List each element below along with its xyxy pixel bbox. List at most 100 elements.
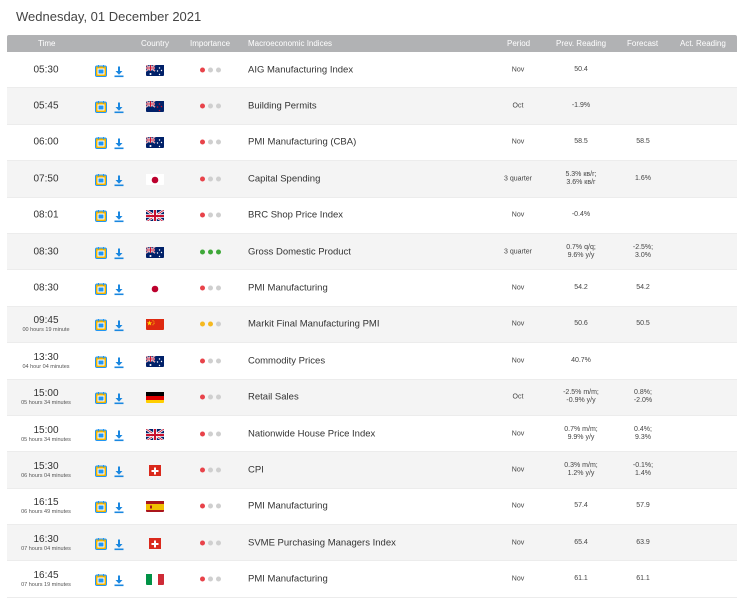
indicator-name[interactable]: Nationwide House Price Index: [248, 428, 375, 439]
forecast-line: 63.9: [636, 538, 650, 546]
prev-reading-line: 58.5: [574, 138, 588, 146]
time-cell: 08:30: [7, 246, 85, 257]
forecast-line: 0.8%;: [634, 389, 652, 397]
time-cell: 15:00 05 hours 34 minutes: [7, 425, 85, 443]
add-to-calendar-icon[interactable]: [95, 282, 107, 296]
header-time[interactable]: Time: [38, 39, 55, 48]
indicator-name[interactable]: CPI: [248, 464, 264, 475]
table-row[interactable]: 06:00 PMI Manufacturing (CBA) Nov 58.5 5…: [7, 125, 737, 162]
download-icon[interactable]: [114, 537, 124, 550]
add-to-calendar-icon[interactable]: [95, 173, 107, 186]
add-to-calendar-icon[interactable]: [95, 391, 107, 405]
header-country[interactable]: Country: [141, 39, 169, 48]
indicator-name[interactable]: Building Permits: [248, 101, 317, 112]
add-to-calendar-icon[interactable]: [95, 209, 107, 223]
period: Nov: [511, 539, 525, 547]
table-row[interactable]: 15:30 06 hours 04 minutes CPI Nov 0.3% m…: [7, 452, 737, 489]
indicator-name[interactable]: SVME Purchasing Managers Index: [248, 537, 396, 548]
indicator-name[interactable]: PMI Manufacturing (CBA): [248, 137, 356, 148]
table-row[interactable]: 09:45 00 hours 19 minute Markit Final Ma…: [7, 306, 737, 344]
importance-indicator: [200, 394, 221, 400]
table-row[interactable]: 08:01 BRC Shop Price Index Nov -0.4%: [7, 198, 737, 234]
header-forecast[interactable]: Forecast: [627, 39, 658, 48]
indicator-name[interactable]: Markit Final Manufacturing PMI: [248, 319, 379, 330]
indicator-name[interactable]: Capital Spending: [248, 173, 320, 184]
indicator-name[interactable]: Retail Sales: [248, 392, 299, 403]
table-row[interactable]: 16:30 07 hours 04 minutes SVME Purchasin…: [7, 525, 737, 562]
add-to-calendar-icon[interactable]: [95, 573, 107, 587]
indicator-name[interactable]: AIG Manufacturing Index: [248, 64, 353, 75]
importance-dot: [200, 540, 205, 546]
add-to-calendar-icon[interactable]: [95, 355, 107, 368]
header-period[interactable]: Period: [507, 39, 530, 48]
download-icon[interactable]: [114, 501, 124, 514]
header-importance[interactable]: Importance: [190, 39, 230, 48]
table-row[interactable]: 08:30 PMI Manufacturing Nov 54.2 54.2: [7, 270, 737, 307]
table-row[interactable]: 15:00 05 hours 34 minutes Nationwide Hou…: [7, 416, 737, 453]
time-remaining: 05 hours 34 minutes: [21, 400, 71, 407]
table-row[interactable]: 15:00 05 hours 34 minutes Retail Sales O…: [7, 379, 737, 416]
download-icon[interactable]: [114, 210, 124, 223]
table-row[interactable]: 05:30 AIG Manufacturing Index Nov 50.4: [7, 52, 737, 89]
table-row[interactable]: 05:45 Building Permits Oct -1.9%: [7, 88, 737, 125]
table-row[interactable]: 16:15 06 hours 49 minutes PMI Manufactur…: [7, 489, 737, 526]
indicator-name[interactable]: PMI Manufacturing: [248, 574, 328, 585]
add-to-calendar-icon[interactable]: [95, 428, 107, 441]
importance-indicator: [200, 431, 221, 437]
flag-es-icon: [146, 500, 164, 513]
add-to-calendar-icon[interactable]: [95, 500, 107, 514]
importance-dot: [208, 576, 213, 582]
table-body: 05:30 AIG Manufacturing Index Nov 50.4 0…: [7, 52, 737, 598]
page-title-date: Wednesday, 01 December 2021: [16, 9, 202, 24]
period: Oct: [512, 393, 524, 401]
indicator-name[interactable]: Commodity Prices: [248, 355, 325, 366]
add-to-calendar-icon[interactable]: [95, 136, 107, 150]
add-to-calendar-icon[interactable]: [95, 537, 107, 550]
prev-reading-line: 0.3% m/m;: [564, 461, 598, 469]
indicator-name[interactable]: PMI Manufacturing: [248, 501, 328, 512]
download-icon[interactable]: [114, 283, 124, 296]
table-row[interactable]: 08:30 Gross Domestic Product 3 quarter 0…: [7, 233, 737, 271]
add-to-calendar-icon[interactable]: [95, 64, 107, 77]
indicator-name[interactable]: Gross Domestic Product: [248, 246, 351, 257]
table-row[interactable]: 13:30 04 hour 04 minutes Commodity Price…: [7, 343, 737, 380]
add-to-calendar-icon[interactable]: [95, 318, 107, 332]
table-row[interactable]: 07:50 Capital Spending 3 quarter 5.3% кв…: [7, 161, 737, 198]
importance-dot: [200, 431, 205, 437]
download-icon[interactable]: [114, 574, 124, 587]
forecast-line: 0.4%;: [634, 425, 652, 433]
flag-it-icon: [146, 573, 164, 586]
download-icon[interactable]: [114, 392, 124, 405]
download-icon[interactable]: [114, 64, 124, 77]
download-icon[interactable]: [114, 173, 124, 186]
download-icon[interactable]: [114, 101, 124, 114]
time-remaining: 06 hours 49 minutes: [21, 509, 71, 516]
download-icon[interactable]: [114, 355, 124, 368]
add-to-calendar-icon[interactable]: [95, 464, 107, 477]
download-icon[interactable]: [114, 464, 124, 478]
importance-dot: [200, 139, 205, 145]
header-prev-reading[interactable]: Prev. Reading: [556, 39, 606, 48]
event-time: 07:50: [33, 173, 59, 185]
time-cell: 15:30 06 hours 04 minutes: [7, 461, 85, 479]
period: Oct: [512, 102, 524, 110]
download-icon[interactable]: [114, 428, 124, 441]
indicator-name[interactable]: PMI Manufacturing: [248, 283, 328, 294]
header-indices[interactable]: Macroeconomic Indices: [248, 39, 332, 48]
flag-nz-icon: [146, 100, 164, 113]
add-to-calendar-icon[interactable]: [95, 246, 107, 259]
header-actual-reading[interactable]: Act. Reading: [680, 39, 726, 48]
download-icon[interactable]: [114, 246, 124, 259]
add-to-calendar-icon[interactable]: [95, 100, 107, 114]
indicator-name[interactable]: BRC Shop Price Index: [248, 210, 343, 221]
table-row[interactable]: 16:45 07 hours 19 minutes PMI Manufactur…: [7, 561, 737, 598]
download-icon[interactable]: [114, 319, 124, 332]
prev-reading-line: -0.4%: [571, 211, 591, 219]
importance-dot: [200, 212, 205, 218]
time-cell: 08:01: [7, 210, 85, 221]
prev-reading-line: 1.2% y/y: [567, 469, 595, 477]
importance-dot: [216, 358, 221, 364]
importance-indicator: [200, 139, 221, 145]
download-icon[interactable]: [114, 137, 124, 150]
forecast-line: -2.5%;: [632, 243, 654, 251]
